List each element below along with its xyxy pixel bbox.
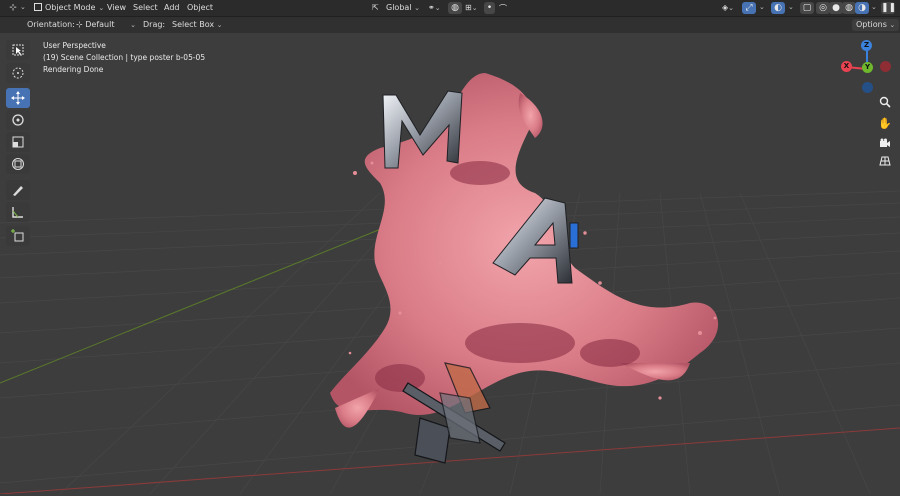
viewport-header: ⊹ ⌄ Object Mode ⌄ View Select Add Object … [0,0,900,17]
rotate-icon [12,114,24,126]
orientation-chevron-icon: ⌄ [414,4,420,12]
orientation-dropdown[interactable]: ⊹ Default ⌄ [72,19,138,31]
orientation-label: Orientation: [27,20,75,29]
shading-chevron-icon[interactable]: ⌄ [871,3,877,11]
snap-target-icon[interactable]: ⊞⌄ [465,3,478,12]
gizmo-x-axis[interactable]: X [841,61,852,72]
menu-view[interactable]: View [107,3,126,12]
transform-orientation-value: Global [386,3,412,12]
drag-label: Drag: [143,20,166,29]
wireframe-icon: ◎ [819,3,827,13]
falloff-icon[interactable]: ⌒ [499,3,507,14]
pivot-chevron-icon: ⌄ [434,4,441,12]
gizmo-z-axis[interactable]: Z [861,40,872,51]
rendered-icon: ◑ [858,3,866,13]
shading-material[interactable]: ◍ [842,2,856,14]
drag-dropdown[interactable]: Select Box ⌄ [168,19,227,31]
tool-settings-bar: Orientation: ⊹ Default ⌄ Drag: Select Bo… [0,17,900,33]
overlays-chevron-icon[interactable]: ⌄ [788,3,794,11]
shading-rendered[interactable]: ◑ [855,2,869,14]
select-box-tool[interactable] [6,40,30,60]
snap-icon: ◍ [451,3,459,13]
drag-dropdown-icon: ⌄ [216,21,223,29]
gizmo-y-axis[interactable]: Y [862,62,873,73]
annotate-icon [13,186,23,196]
hand-icon: ✋ [878,116,892,130]
view-name: User Perspective [43,41,106,50]
xray-toggle[interactable]: ▢ [800,2,814,14]
render-status: Rendering Done [43,65,104,74]
gizmo-toggle[interactable]: ⤢ [742,2,756,14]
gizmo-icon: ⤢ [745,3,753,13]
annotate-tool[interactable] [6,180,30,200]
rotate-tool[interactable] [6,110,30,130]
mode-label: Object Mode [45,3,96,12]
orientation-dropdown-icon: ⌄ [130,21,136,29]
add-cube-icon [11,229,24,242]
options-chevron-icon: ⌄ [889,21,896,29]
object-mode-icon [34,3,42,11]
mode-dropdown[interactable]: Object Mode ⌄ [30,2,105,14]
camera-icon [880,138,890,147]
viewport-info-overlay: User Perspective (19) Scene Collection |… [43,40,205,76]
transform-icon [12,158,24,170]
cursor-tool[interactable] [6,63,30,83]
shading-solid[interactable]: ● [829,2,843,14]
measure-tool[interactable] [6,202,30,222]
zoom-icon [879,96,891,108]
perspective-toggle-button[interactable] [876,152,894,170]
transform-orientation-dropdown[interactable]: Global ⌄ [386,3,420,12]
cursor-icon [12,67,24,79]
navigation-gizmo[interactable]: Z X Y [838,40,896,98]
proportional-edit-toggle[interactable]: • [484,2,495,14]
add-cube-tool[interactable] [6,226,30,246]
menu-object[interactable]: Object [187,3,213,12]
menu-select[interactable]: Select [133,3,158,12]
scale-icon [12,136,24,148]
viewport-scene [0,73,900,495]
gizmo-neg-z-axis[interactable] [862,82,873,93]
overlays-icon: ◐ [774,3,782,13]
pause-render-button[interactable]: ❚❚ [881,2,897,14]
zoom-button[interactable] [876,93,894,111]
overlays-toggle[interactable]: ◐ [771,2,785,14]
grid-perspective-icon [879,156,891,166]
scale-tool[interactable] [6,132,30,152]
drag-value: Select Box [172,20,215,29]
gizmo-chevron-icon[interactable]: ⌄ [759,3,765,11]
editor-type-icon: ⊹ [9,3,17,13]
orientation-value: Default [85,20,115,29]
options-dropdown[interactable]: Options ⌄ [852,19,900,31]
3d-viewport[interactable] [0,33,900,495]
pivot-point-icon[interactable]: ⚭⌄ [428,3,441,12]
material-preview-icon: ◍ [845,3,853,13]
camera-view-button[interactable] [876,134,894,152]
pan-button[interactable]: ✋ [876,114,894,132]
mode-dropdown-icon: ⌄ [98,4,105,12]
xray-icon: ▢ [802,3,812,13]
editor-type-button[interactable]: ⊹ [6,2,20,14]
proportional-edit-icon: • [486,3,493,13]
snap-toggle[interactable]: ◍ [448,2,462,14]
menu-add[interactable]: Add [164,3,180,12]
snap-chevron-icon: ⌄ [471,4,478,12]
gizmo-neg-x-axis[interactable] [880,61,891,72]
collection-info: (19) Scene Collection | type poster b-05… [43,53,206,62]
visibility-chevron-icon: ⌄ [728,4,735,12]
measure-icon [12,207,23,218]
move-icon [11,91,25,105]
editor-type-dropdown-icon: ⌄ [20,3,26,11]
move-tool[interactable] [6,88,30,108]
visibility-icon[interactable]: ◈⌄ [722,3,734,12]
select-box-icon [12,44,24,56]
transform-orientation-icon: ⇱ [372,3,379,12]
orientation-icon: ⊹ [76,20,83,29]
options-label: Options [856,20,887,29]
transform-tool[interactable] [6,154,30,174]
pause-icon: ❚❚ [881,3,897,13]
shading-wireframe[interactable]: ◎ [816,2,830,14]
solid-icon: ● [832,3,840,13]
